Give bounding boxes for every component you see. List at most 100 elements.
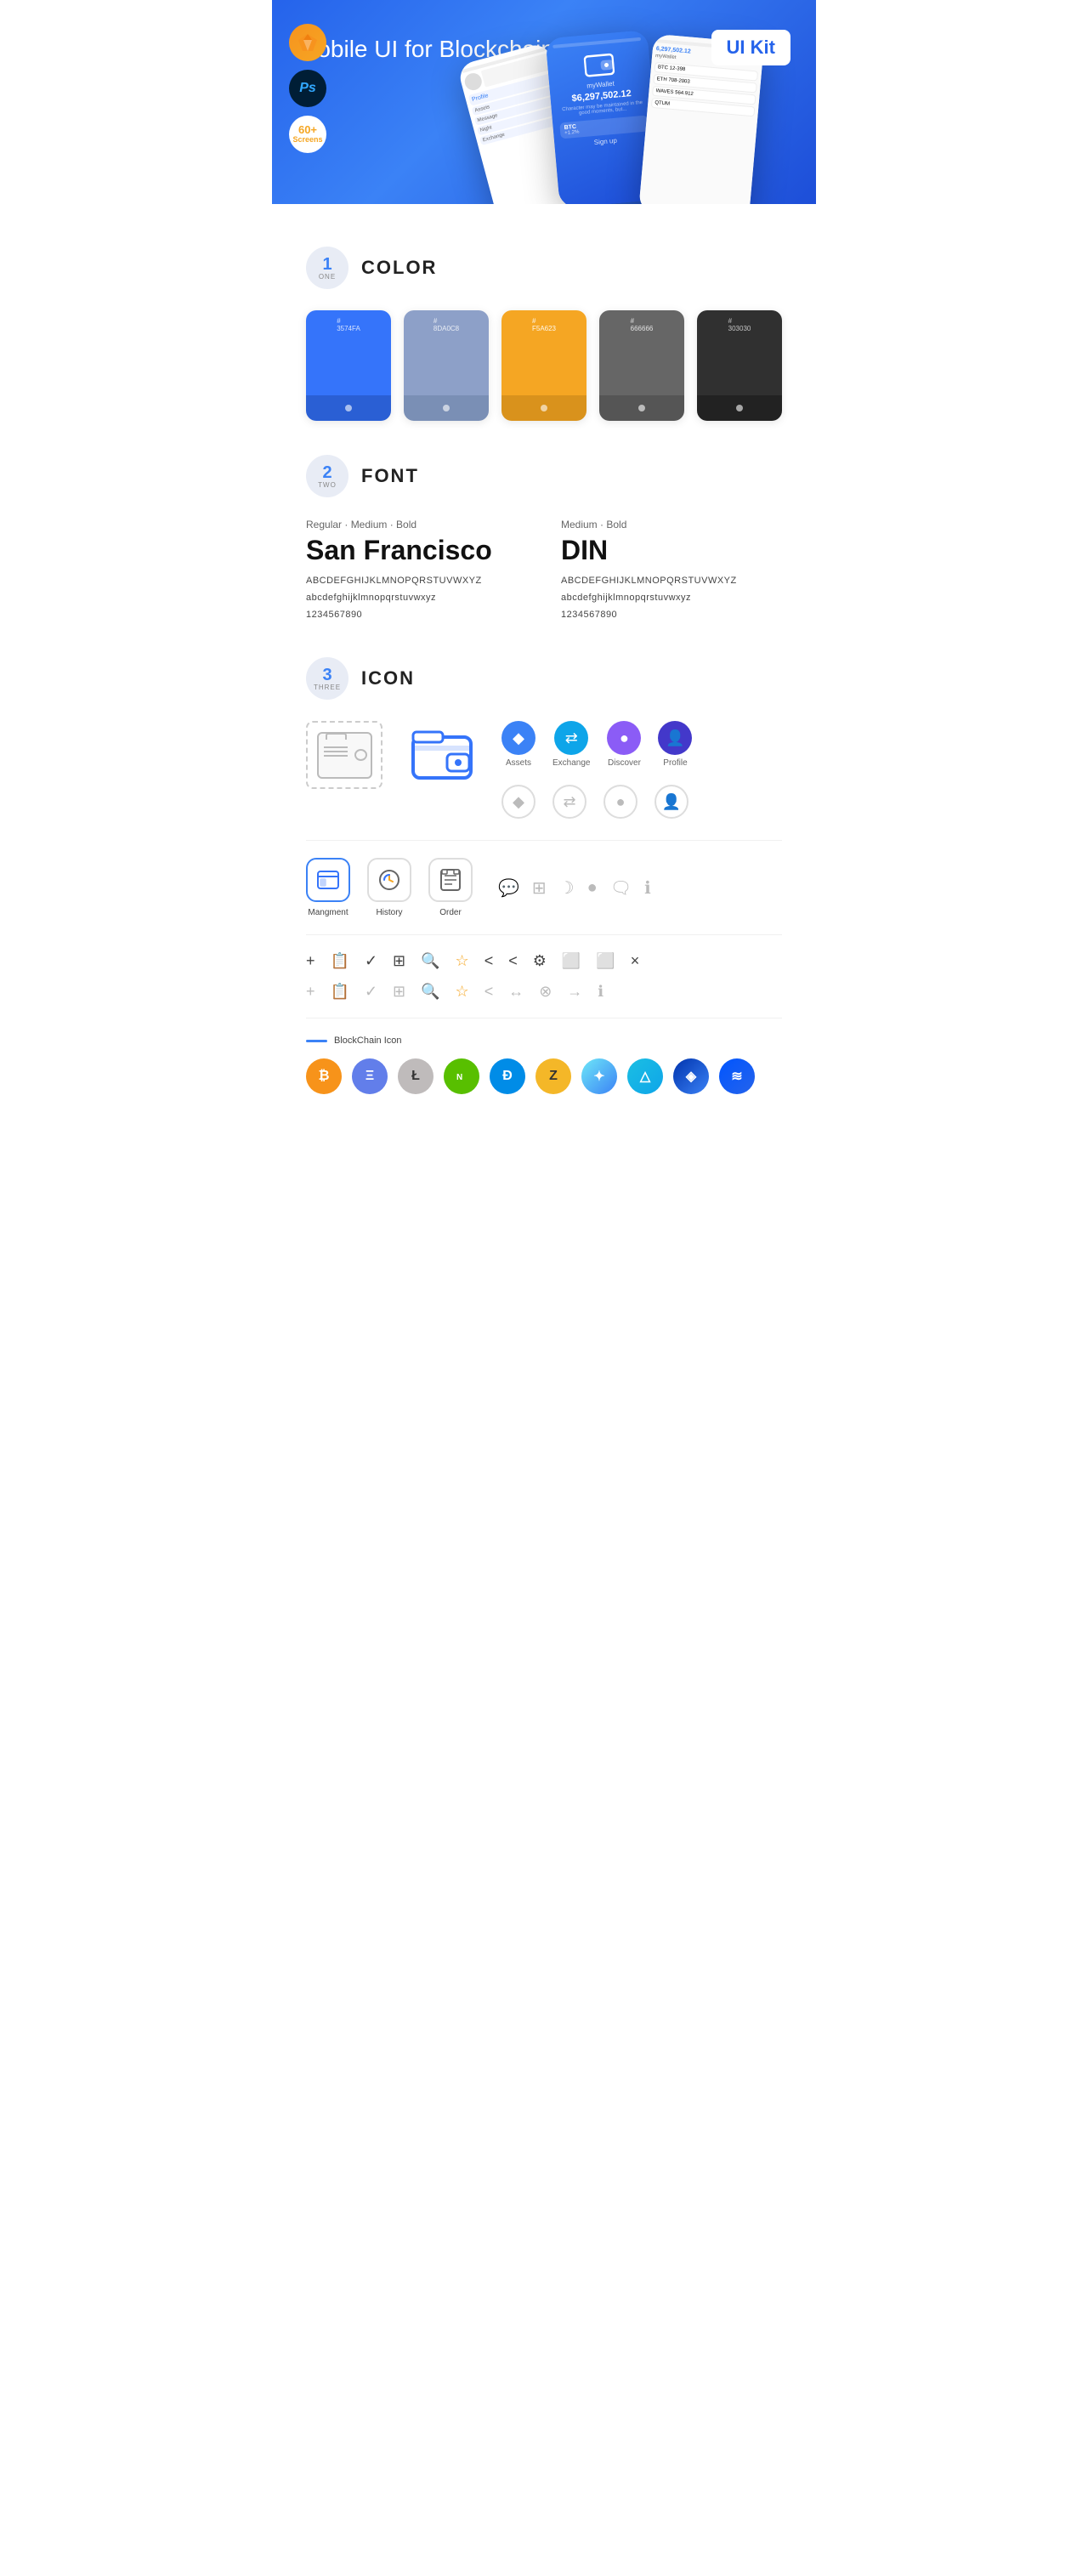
- history-label: History: [376, 908, 402, 917]
- font-title: FONT: [361, 465, 419, 487]
- search-icon: 🔍: [421, 952, 439, 970]
- sf-uppercase: ABCDEFGHIJKLMNOPQRSTUVWXYZ: [306, 573, 527, 590]
- chat-icon: 💬: [498, 877, 519, 899]
- add-icon-gray: +: [306, 983, 315, 1001]
- assets-outline-icon: ◆: [502, 785, 536, 819]
- close-x-icon-gray: ⊗: [539, 983, 552, 1001]
- icon-section-header: 3 THREE ICON: [306, 657, 782, 700]
- font-sf: Regular · Medium · Bold San Francisco AB…: [306, 519, 527, 623]
- star-icon: ☆: [456, 952, 469, 970]
- clipboard-icon: 📋: [331, 952, 349, 970]
- profile-outline-icon: 👤: [654, 785, 688, 819]
- management-label: Mangment: [308, 908, 348, 917]
- exchange-outline-icon: ⇄: [552, 785, 586, 819]
- cardano-icon: ◈: [673, 1058, 709, 1094]
- exchange-label: Exchange: [552, 758, 590, 768]
- font-number-badge: 2 TWO: [306, 455, 348, 497]
- color-section-header: 1 ONE COLOR: [306, 247, 782, 289]
- font-section-header: 2 TWO FONT: [306, 455, 782, 497]
- grid-icon: ⊞: [393, 952, 405, 970]
- discover-icon-item: ● Discover: [607, 721, 641, 768]
- wallet-icon-blue: [408, 721, 476, 789]
- close-icon: ×: [631, 952, 640, 970]
- divider-2: [306, 934, 782, 935]
- assets-outline-item: ◆: [502, 785, 536, 819]
- hero-section: Mobile UI for Blockchain Wallet UI Kit P…: [272, 0, 816, 204]
- color-word: ONE: [319, 273, 336, 281]
- order-label: Order: [439, 908, 462, 917]
- discover-outline-item: ●: [604, 785, 638, 819]
- discover-label: Discover: [608, 758, 641, 768]
- profile-icon: 👤: [658, 721, 692, 755]
- app-icons-row: Mangment History: [306, 858, 782, 917]
- add-icon: +: [306, 952, 315, 970]
- hero-icons: Ps 60+ Screens: [289, 24, 326, 153]
- waves-icon: ≋: [719, 1058, 755, 1094]
- check-icon-gray: ✓: [365, 983, 377, 1001]
- font-word: TWO: [318, 481, 337, 489]
- icon-section-content: ◆ Assets ⇄ Exchange ● Discover 👤 Profile: [306, 721, 782, 1094]
- stack-icon: ⊞: [532, 877, 547, 899]
- zcash-icon: Z: [536, 1058, 571, 1094]
- tool-icons-row1: + 📋 ✓ ⊞ 🔍 ☆ < < ⚙ ⬜ ⬜ ×: [306, 952, 782, 970]
- main-content: 1 ONE COLOR #3574FA #8DA0C8 #F5A623 #666…: [272, 204, 816, 1154]
- icon-main-row: ◆ Assets ⇄ Exchange ● Discover 👤 Profile: [306, 721, 782, 819]
- search-icon-gray: 🔍: [421, 983, 439, 1001]
- crypto-icons-row: ₿ Ξ Ł N Đ Z ✦ △ ◈ ≋: [306, 1058, 782, 1094]
- icon-nav-group: ◆ Assets ⇄ Exchange ● Discover 👤 Profile: [502, 721, 692, 819]
- ethereum-icon: Ξ: [352, 1058, 388, 1094]
- neo-icon: N: [444, 1058, 479, 1094]
- font-din: Medium · Bold DIN ABCDEFGHIJKLMNOPQRSTUV…: [561, 519, 782, 623]
- screens-number: 60+: [298, 124, 317, 136]
- din-name: DIN: [561, 535, 782, 566]
- exchange-icon-item: ⇄ Exchange: [552, 721, 590, 768]
- profile-outline-item: 👤: [654, 785, 688, 819]
- management-icon: [306, 858, 350, 902]
- clipboard-icon-gray: 📋: [331, 983, 349, 1001]
- tool-icons-row2: + 📋 ✓ ⊞ 🔍 ☆ < ↔ ⊗ → ℹ: [306, 983, 782, 1001]
- color-number-badge: 1 ONE: [306, 247, 348, 289]
- din-lowercase: abcdefghijklmnopqrstuvwxyz: [561, 590, 782, 607]
- icon-number-badge: 3 THREE: [306, 657, 348, 700]
- din-numbers: 1234567890: [561, 607, 782, 624]
- sketch-icon: [289, 24, 326, 61]
- icon-word: THREE: [314, 684, 341, 691]
- swatch-orange: #F5A623: [502, 310, 586, 421]
- wallet-wireframe: [306, 721, 382, 789]
- color-swatches: #3574FA #8DA0C8 #F5A623 #666666 #303030: [306, 310, 782, 421]
- back-icon: <: [484, 952, 494, 970]
- moon-icon: ☽: [559, 877, 575, 899]
- info-icon: ℹ: [644, 877, 651, 899]
- font-section: Regular · Medium · Bold San Francisco AB…: [306, 519, 782, 623]
- divider-1: [306, 840, 782, 841]
- order-icon: [428, 858, 473, 902]
- sf-styles: Regular · Medium · Bold: [306, 519, 527, 531]
- swatch-blue: #3574FA: [306, 310, 391, 421]
- din-uppercase: ABCDEFGHIJKLMNOPQRSTUVWXYZ: [561, 573, 782, 590]
- dash-icon: Đ: [490, 1058, 525, 1094]
- icon-number: 3: [322, 667, 332, 684]
- management-icon-item: Mangment: [306, 858, 350, 917]
- discover-icon: ●: [607, 721, 641, 755]
- profile-icon-item: 👤 Profile: [658, 721, 692, 768]
- exchange-icon: ⇄: [554, 721, 588, 755]
- swatch-blue-gray: #8DA0C8: [404, 310, 489, 421]
- back-icon-gray: <: [484, 983, 494, 1001]
- circle-icon: ●: [587, 878, 598, 898]
- screens-label: Screens: [292, 136, 322, 145]
- assets-icon-item: ◆ Assets: [502, 721, 536, 768]
- bitcoin-icon: ₿: [306, 1058, 342, 1094]
- svg-text:N: N: [456, 1073, 462, 1082]
- stratis-icon: △: [627, 1058, 663, 1094]
- profile-label: Profile: [663, 758, 687, 768]
- grid-icon-gray: ⊞: [393, 983, 405, 1001]
- color-number: 1: [322, 256, 332, 273]
- misc-icons-row: 💬 ⊞ ☽ ● 🗨 ℹ: [498, 858, 651, 917]
- swatch-dark: #303030: [697, 310, 782, 421]
- forward-icon-gray: →: [567, 983, 582, 1001]
- discover-outline-icon: ●: [604, 785, 638, 819]
- icon-title: ICON: [361, 667, 415, 689]
- swatch-gray: #666666: [599, 310, 684, 421]
- blockchain-line-decor: [306, 1040, 327, 1042]
- history-icon-item: History: [367, 858, 411, 917]
